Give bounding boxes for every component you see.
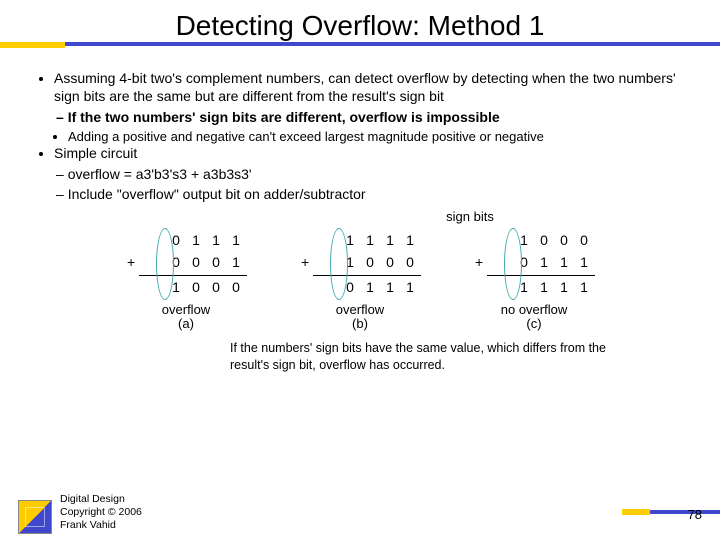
bullet-1-sub-1-a: Adding a positive and negative can't exc… [68,129,690,145]
examples-row: + 0 1 1 1 0 0 0 1 1 0 0 0 overflow [30,230,690,333]
bit: 1 [171,279,181,297]
bit: 1 [231,232,241,250]
bit: 0 [191,279,201,297]
footer: Digital Design Copyright © 2006 Frank Va… [0,484,720,534]
example-b: + 1 1 1 1 1 0 0 0 0 1 1 1 overflow [295,230,425,333]
hr-rule [487,275,595,276]
bit: 1 [519,279,529,297]
operand-1: 0 1 1 1 [121,230,251,252]
bit: 0 [191,254,201,272]
subsub-bullet-list-1: Adding a positive and negative can't exc… [30,129,690,145]
plus-sign: + [127,254,135,272]
example-c: + 1 0 0 0 0 1 1 1 1 1 1 1 no overflow [469,230,599,333]
result: 1 1 1 1 [469,277,599,299]
title-area: Detecting Overflow: Method 1 [0,0,720,62]
bit: 1 [365,232,375,250]
caption-text: no overflow [501,302,567,317]
bullet-list: Assuming 4-bit two's complement numbers,… [30,70,690,105]
bit: 0 [231,279,241,297]
example-a: + 0 1 1 1 0 0 0 1 1 0 0 0 overflow [121,230,251,333]
plus-sign: + [475,254,483,272]
bit: 1 [211,232,221,250]
bullet-2: Simple circuit [54,145,690,163]
bit: 0 [171,232,181,250]
bit: 1 [579,254,589,272]
bit: 1 [539,254,549,272]
bit: 0 [345,279,355,297]
caption-id: (b) [352,316,368,331]
bit: 0 [579,232,589,250]
caption-text: overflow [336,302,384,317]
bullet-2-sub-1: overflow = a3'b3's3 + a3b3s3' [56,166,690,184]
bullet-1: Assuming 4-bit two's complement numbers,… [54,70,690,105]
hr-rule [313,275,421,276]
bit: 1 [519,232,529,250]
bit: 1 [365,279,375,297]
bit: 0 [405,254,415,272]
credits: Digital Design Copyright © 2006 Frank Va… [60,493,142,532]
bit: 1 [191,232,201,250]
credits-line-1: Digital Design [60,493,125,505]
bit: 1 [345,254,355,272]
bit: 1 [539,279,549,297]
operand-1: 1 1 1 1 [295,230,425,252]
operand-2: 0 0 0 1 [121,252,251,274]
bit: 0 [519,254,529,272]
bit: 1 [385,279,395,297]
operand-1: 1 0 0 0 [469,230,599,252]
bullet-list-2: Simple circuit [30,145,690,163]
example-caption: no overflow (c) [469,303,599,333]
caption-text: overflow [162,302,210,317]
bit: 0 [171,254,181,272]
sub-bullet-list-2: overflow = a3'b3's3 + a3b3s3' Include "o… [30,166,690,203]
operand-2: 0 1 1 1 [469,252,599,274]
bit: 0 [385,254,395,272]
logo-icon [18,500,52,534]
result: 0 1 1 1 [295,277,425,299]
result: 1 0 0 0 [121,277,251,299]
bullet-1-sub-1: If the two numbers' sign bits are differ… [56,109,690,127]
caption-id: (a) [178,316,194,331]
credits-line-3: Frank Vahid [60,519,116,531]
example-caption: overflow (a) [121,303,251,333]
bit: 0 [539,232,549,250]
hr-rule [139,275,247,276]
bit: 0 [211,279,221,297]
bit: 1 [405,232,415,250]
operand-2: 1 0 0 0 [295,252,425,274]
sub-bullet-list-1: If the two numbers' sign bits are differ… [30,109,690,127]
bullet-2-sub-2: Include "overflow" output bit on adder/s… [56,186,690,204]
bit: 0 [211,254,221,272]
sign-bits-label: sign bits [250,209,690,225]
bit: 1 [559,279,569,297]
bit: 1 [231,254,241,272]
bit: 0 [559,232,569,250]
bit: 1 [345,232,355,250]
bit: 1 [579,279,589,297]
bit: 0 [365,254,375,272]
accent-blue-stripe [65,42,720,46]
bit: 1 [559,254,569,272]
slide-title: Detecting Overflow: Method 1 [170,10,551,42]
plus-sign: + [301,254,309,272]
credits-line-2: Copyright © 2006 [60,506,142,518]
example-caption: overflow (b) [295,303,425,333]
bit: 1 [405,279,415,297]
page-number: 78 [688,507,702,522]
corner-accent-stripe [650,510,720,514]
slide-body: Assuming 4-bit two's complement numbers,… [0,62,720,373]
bottom-note: If the numbers' sign bits have the same … [230,340,630,373]
bit: 1 [385,232,395,250]
accent-yellow-stripe [0,42,65,48]
caption-id: (c) [526,316,541,331]
